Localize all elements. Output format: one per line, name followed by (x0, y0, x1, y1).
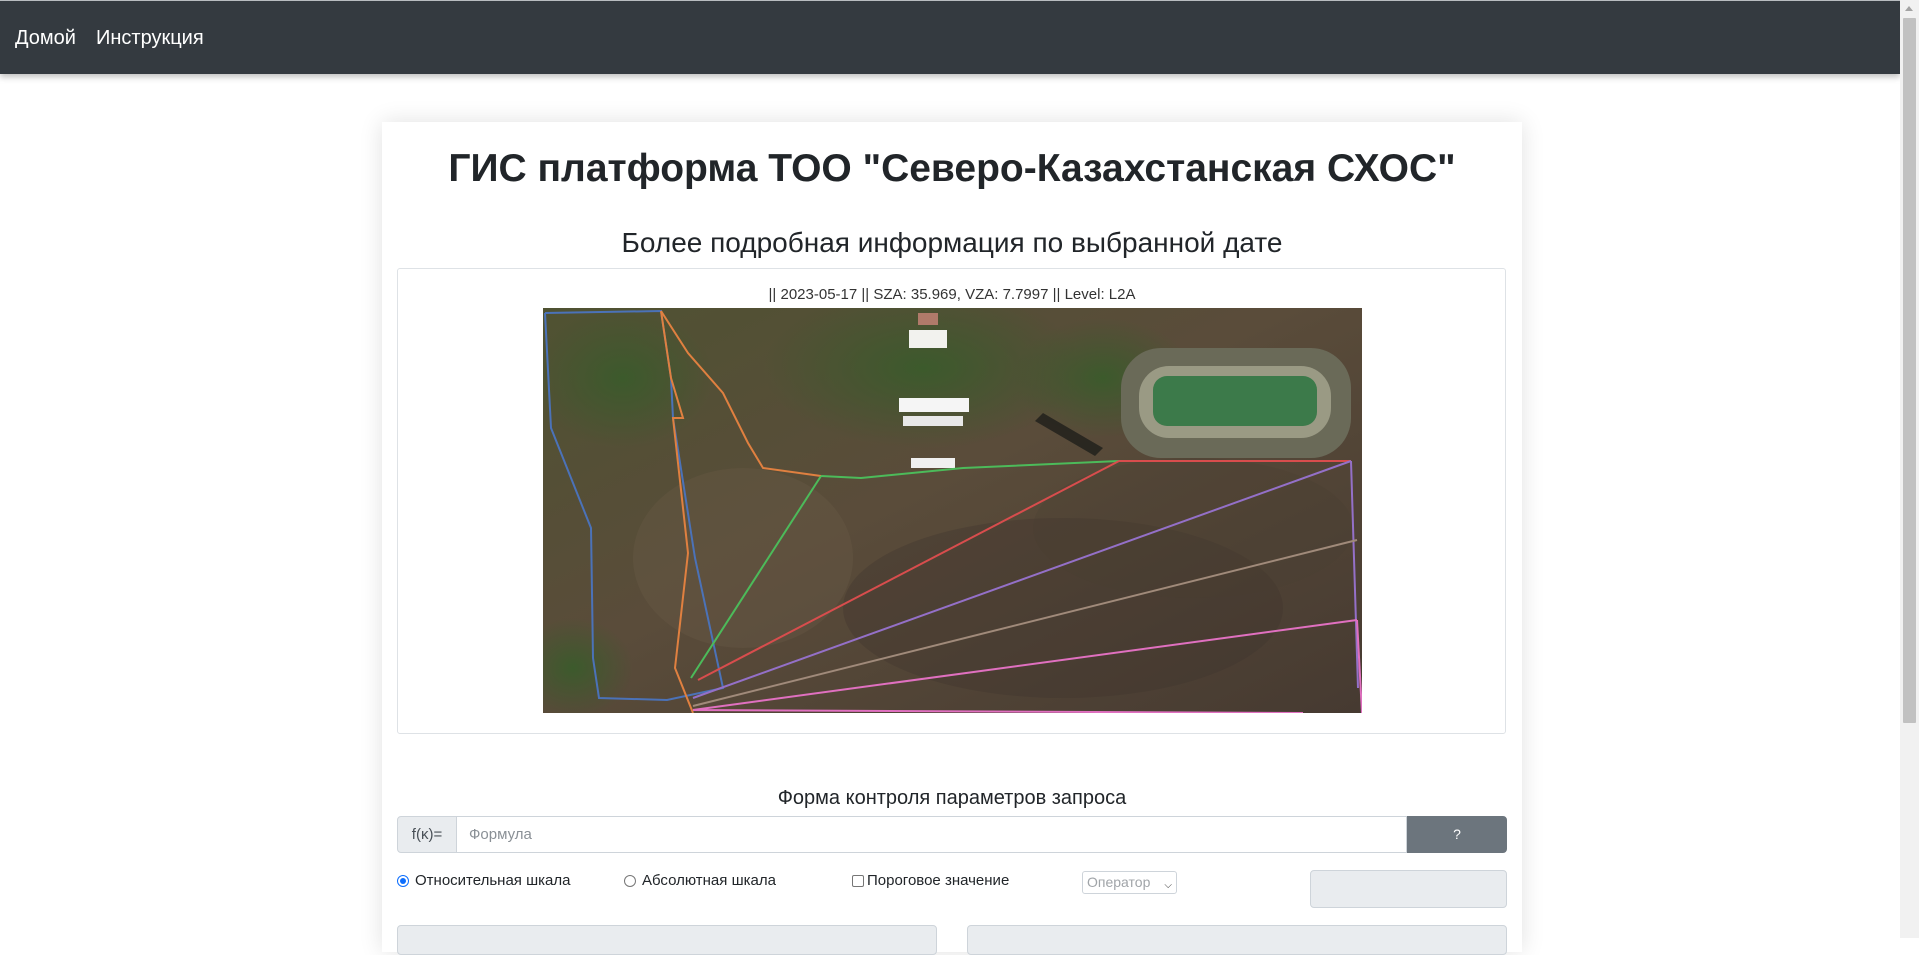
lower-left-field[interactable] (397, 925, 937, 955)
operator-select-value: Оператор (1087, 874, 1151, 890)
scroll-up-icon[interactable] (1900, 0, 1919, 17)
relative-scale-option[interactable]: Относительная шкала (397, 872, 570, 889)
page-title: ГИС платформа ТОО "Северо-Казахстанская … (448, 147, 1456, 190)
form-title: Форма контроля параметров запроса (777, 787, 1127, 809)
relative-scale-radio[interactable] (397, 874, 409, 887)
satellite-image (543, 308, 1362, 713)
lower-right-field[interactable] (967, 925, 1507, 955)
threshold-option[interactable]: Пороговое значение (852, 872, 1009, 889)
nav-instructions-link[interactable]: Инструкция (96, 27, 204, 50)
absolute-scale-option[interactable]: Абсолютная шкала (624, 872, 776, 889)
top-navbar: Домой Инструкция (0, 0, 1900, 74)
scrollbar-thumb[interactable] (1903, 18, 1916, 723)
chevron-down-icon: ⌵ (1164, 880, 1172, 891)
threshold-checkbox[interactable] (852, 874, 864, 887)
absolute-scale-label: Абсолютная шкала (642, 872, 776, 889)
threshold-value-input[interactable] (1310, 870, 1507, 908)
threshold-label: Пороговое значение (867, 872, 1010, 889)
absolute-scale-radio[interactable] (624, 874, 636, 887)
relative-scale-label: Относительная шкала (415, 872, 571, 889)
formula-input[interactable] (456, 816, 1407, 853)
page-subtitle: Более подробная информация по выбранной … (621, 227, 1283, 258)
formula-prefix-label: f(κ)= (397, 816, 457, 853)
nav-home-link[interactable]: Домой (15, 27, 76, 50)
operator-select[interactable]: Оператор ⌵ (1082, 871, 1177, 894)
image-caption: || 2023-05-17 || SZA: 35.969, VZA: 7.799… (768, 286, 1136, 303)
formula-help-button[interactable]: ? (1407, 816, 1507, 853)
